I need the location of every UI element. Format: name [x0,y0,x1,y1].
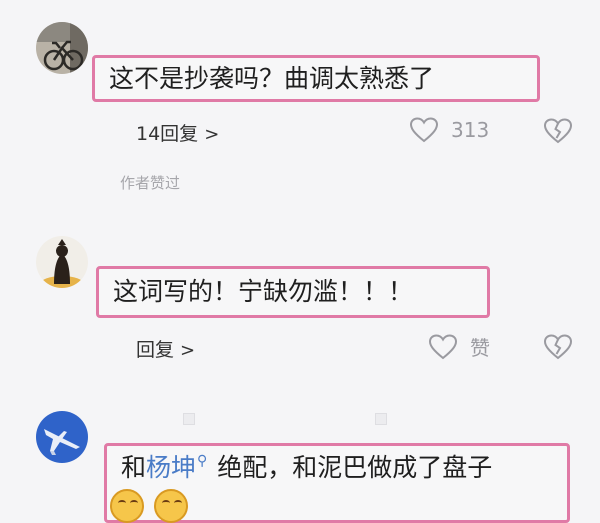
user-avatar[interactable] [36,22,88,74]
comment-1-reply-label: 14回复 [136,123,199,145]
comment-1-dislike-button[interactable] [543,117,573,149]
comment-2-like-label: 赞 [470,336,490,360]
emoji-row [110,489,188,523]
jet-avatar-icon [36,411,88,463]
chevron-right-icon: > [180,340,196,361]
comment-1-text-highlight: 这不是抄袭吗？曲调太熟悉了 [92,55,540,102]
comment-3-text-suffix: 绝配，和泥巴做成了盘子 [217,453,493,482]
overlay-mark [375,413,387,425]
comment-2-like-button[interactable]: 赞 [428,332,490,361]
user-avatar[interactable] [36,411,88,463]
broken-heart-icon [543,334,573,360]
comment-1-like-button[interactable]: 313 [409,116,489,144]
comment-2-dislike-button[interactable] [543,333,573,365]
heart-icon [409,117,439,143]
user-avatar[interactable] [36,236,88,288]
heart-icon [428,333,458,359]
comment-3-text-prefix: 和 [121,453,147,482]
grin-emoji-icon [154,489,188,523]
broken-heart-icon [543,118,573,144]
comment-2-reply-button[interactable]: 回复 > [136,335,195,362]
silhouette-avatar-icon [36,236,88,288]
comment-1-text: 这不是抄袭吗？曲调太熟悉了 [109,63,435,93]
bicycle-avatar-icon [36,22,88,74]
comment-1-like-count: 313 [451,118,490,142]
comment-1-reply-button[interactable]: 14回复 > [136,119,219,146]
search-icon: ⚲ [197,453,208,469]
mention-link[interactable]: 杨坤 [146,454,196,482]
chevron-right-icon: > [204,124,220,145]
comment-2-reply-label: 回复 [136,339,175,361]
comment-2-text: 这词写的！宁缺勿滥！！！ [113,277,414,307]
comment-2-text-highlight: 这词写的！宁缺勿滥！！！ [96,266,490,318]
grin-emoji-icon [110,489,144,523]
author-liked-badge: 作者赞过 [120,174,181,192]
overlay-mark [183,413,195,425]
